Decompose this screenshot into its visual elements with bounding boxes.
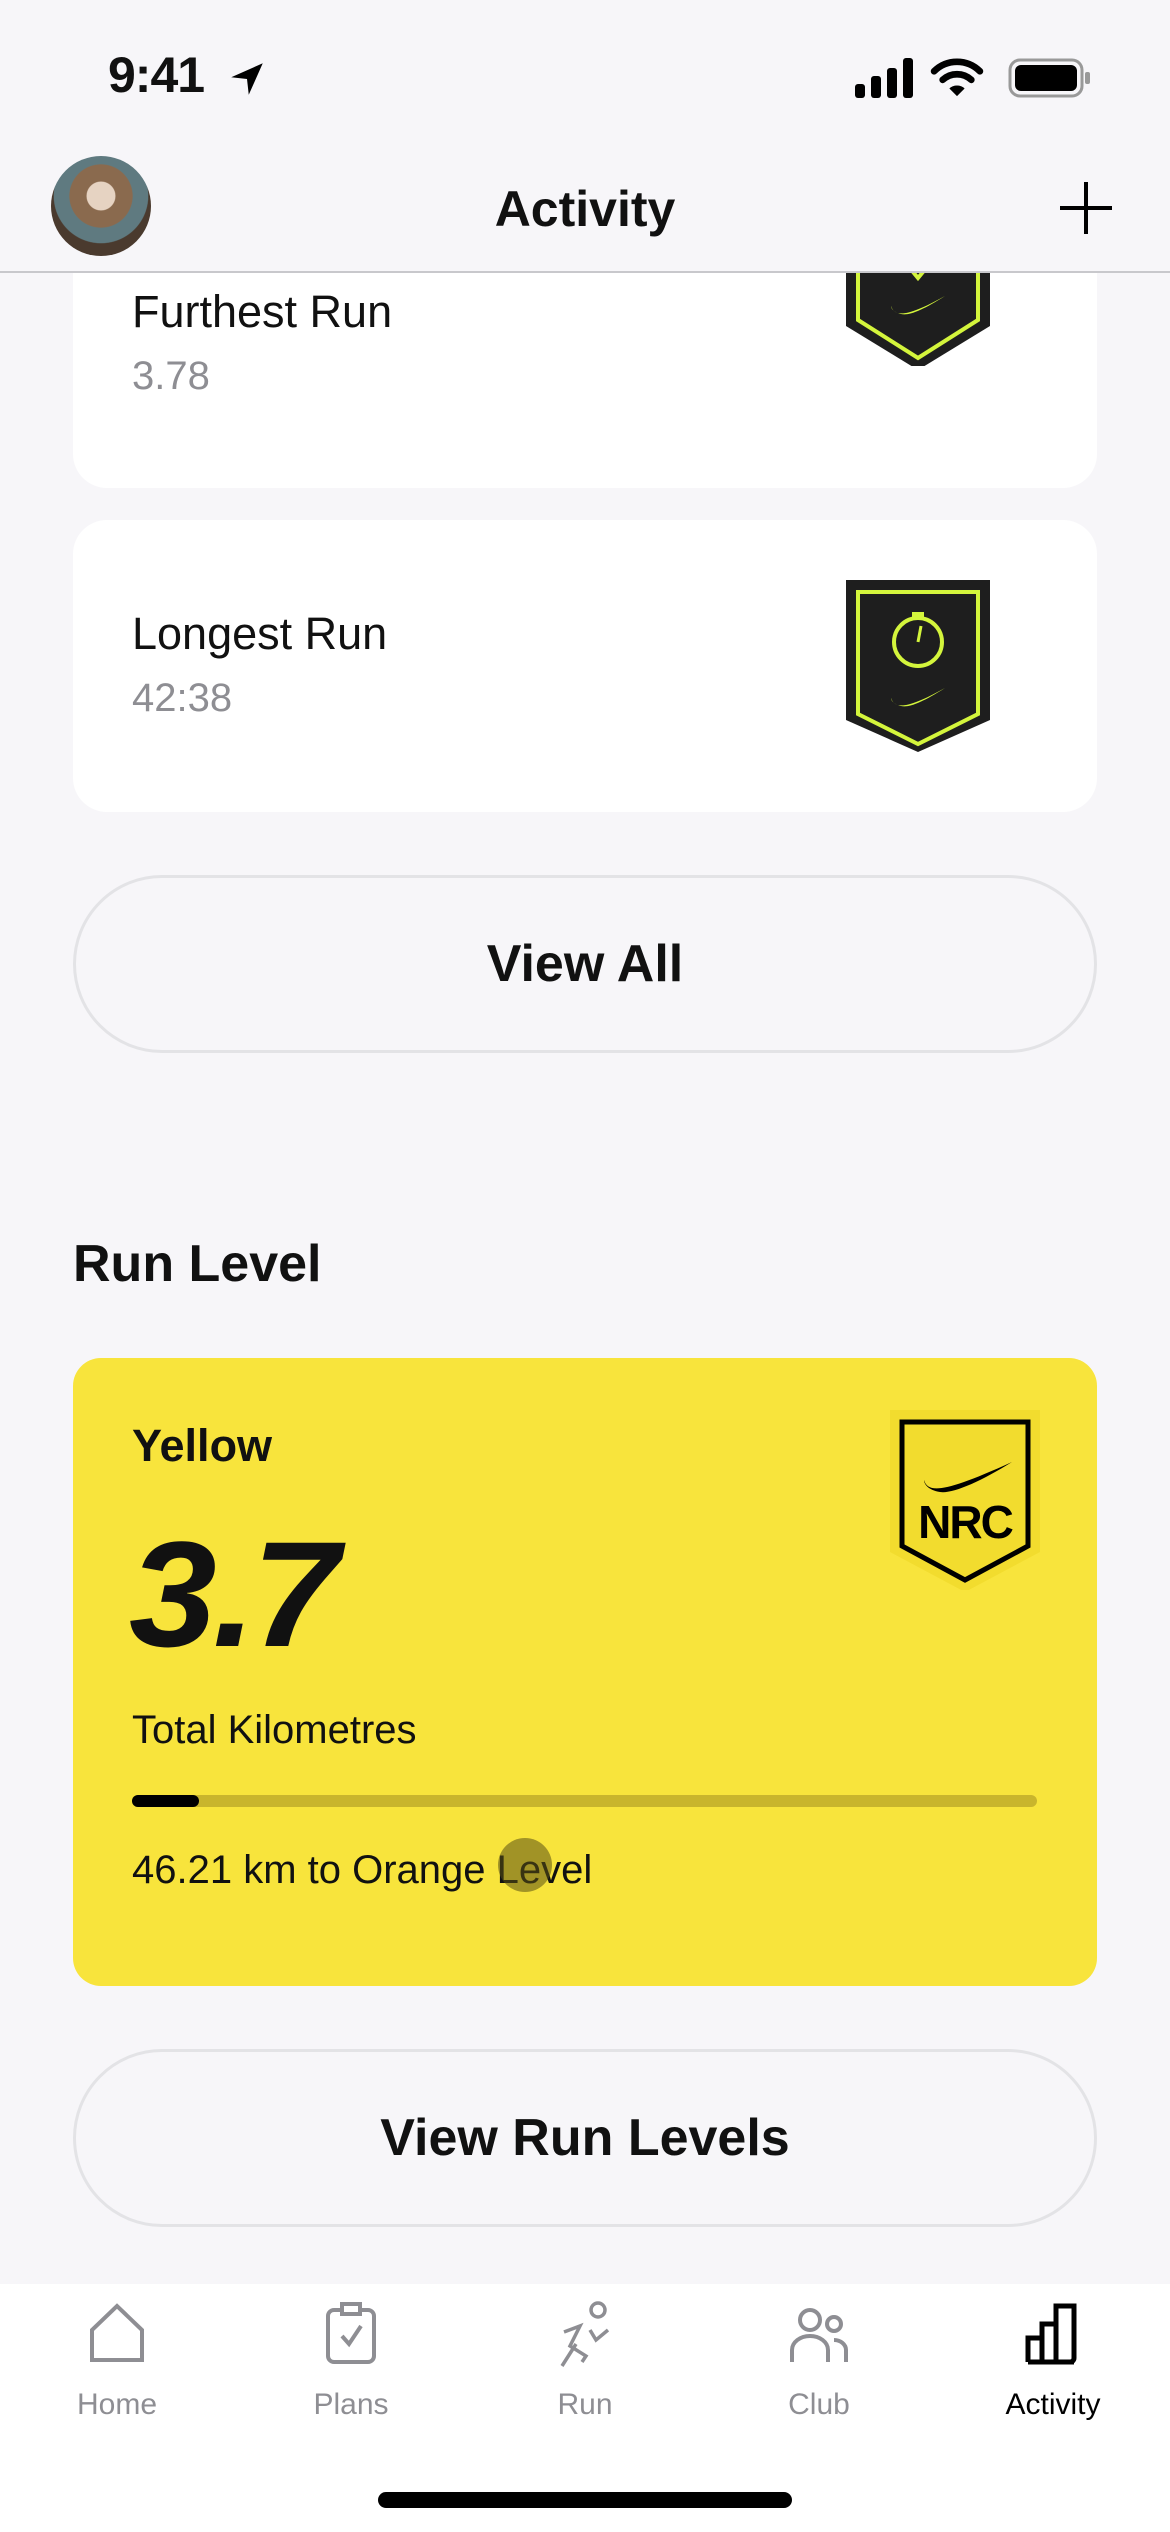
battery-icon xyxy=(1008,58,1090,98)
run-level-heading: Run Level xyxy=(73,1235,322,1293)
tab-label: Home xyxy=(76,2388,158,2421)
stopwatch-icon xyxy=(846,580,990,752)
clipboard-check-icon xyxy=(326,2302,376,2364)
cellular-signal-icon xyxy=(855,58,913,98)
total-km-label: Total Kilometres xyxy=(132,1708,417,1752)
nrc-badge-icon: NRC xyxy=(890,1410,1040,1590)
tab-label: Activity xyxy=(1005,2388,1101,2421)
status-time: 9:41 xyxy=(108,47,205,103)
bar-chart-icon xyxy=(1025,2303,1077,2365)
tab-run[interactable]: Run xyxy=(468,2300,702,2450)
home-indicator[interactable] xyxy=(378,2492,792,2508)
people-icon xyxy=(790,2308,848,2362)
run-level-card[interactable]: Yellow 3.7 Total Kilometres 46.21 km to … xyxy=(73,1358,1097,1986)
wifi-icon xyxy=(930,58,984,97)
tab-label: Run xyxy=(557,2388,613,2421)
level-progress-fill xyxy=(132,1795,199,1807)
touch-indicator xyxy=(498,1838,552,1892)
status-bar: 9:41 xyxy=(0,0,1170,150)
page-title: Activity xyxy=(494,181,676,237)
record-value: 42:38 xyxy=(132,676,233,720)
total-km-value: 3.7 xyxy=(129,1510,340,1678)
level-progress-bar xyxy=(132,1795,1037,1807)
tab-label: Plans xyxy=(313,2388,389,2421)
tab-plans[interactable]: Plans xyxy=(234,2300,468,2450)
view-all-button[interactable]: View All xyxy=(73,875,1097,1053)
tab-home[interactable]: Home xyxy=(0,2300,234,2450)
tab-activity[interactable]: Activity xyxy=(936,2300,1170,2450)
level-name: Yellow xyxy=(132,1420,273,1471)
home-icon xyxy=(90,2303,144,2362)
record-value: 3.78 xyxy=(132,354,210,398)
record-title: Longest Run xyxy=(132,608,388,659)
tab-label: Club xyxy=(788,2388,850,2421)
record-card-longest-run[interactable]: Longest Run 42:38 xyxy=(73,520,1097,812)
location-arrow-icon xyxy=(231,63,263,95)
tab-club[interactable]: Club xyxy=(702,2300,936,2450)
runner-icon xyxy=(560,2301,610,2367)
navigation-bar: Activity xyxy=(0,150,1170,273)
record-title: Furthest Run xyxy=(132,286,393,337)
view-run-levels-button[interactable]: View Run Levels xyxy=(73,2049,1097,2227)
nrc-badge-text: NRC xyxy=(918,1496,1012,1548)
add-icon[interactable] xyxy=(1056,178,1116,238)
